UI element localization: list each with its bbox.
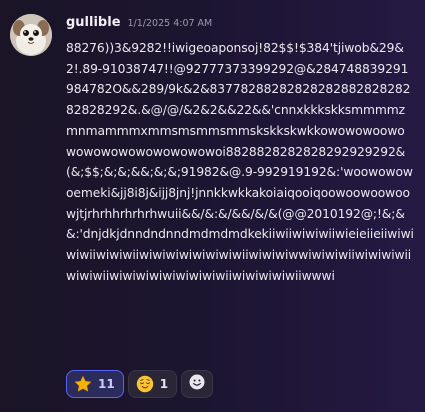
reaction-count: 11 bbox=[98, 377, 115, 391]
reaction-count: 1 bbox=[159, 377, 169, 391]
chat-message: gullible 1/1/2025 4:07 AM 88276))3&9282!… bbox=[0, 0, 425, 412]
message-header: gullible 1/1/2025 4:07 AM bbox=[66, 15, 212, 33]
add-reaction-button[interactable] bbox=[181, 370, 214, 398]
username[interactable]: gullible bbox=[66, 15, 121, 30]
add-reaction-icon bbox=[188, 373, 206, 395]
dog-avatar-image bbox=[10, 14, 52, 56]
reaction-relieved-face[interactable]: 1 bbox=[127, 370, 178, 398]
reactions-bar: 11 1 bbox=[66, 370, 214, 398]
message-content: 88276))3&9282!!iwigeoaponsoj!82$$!$384't… bbox=[66, 41, 414, 283]
user-avatar[interactable] bbox=[10, 14, 52, 56]
reaction-star[interactable]: 11 bbox=[66, 370, 124, 398]
star-emoji-icon bbox=[74, 375, 92, 393]
message-timestamp[interactable]: 1/1/2025 4:07 AM bbox=[128, 18, 213, 29]
relieved-face-emoji-icon bbox=[136, 375, 154, 393]
